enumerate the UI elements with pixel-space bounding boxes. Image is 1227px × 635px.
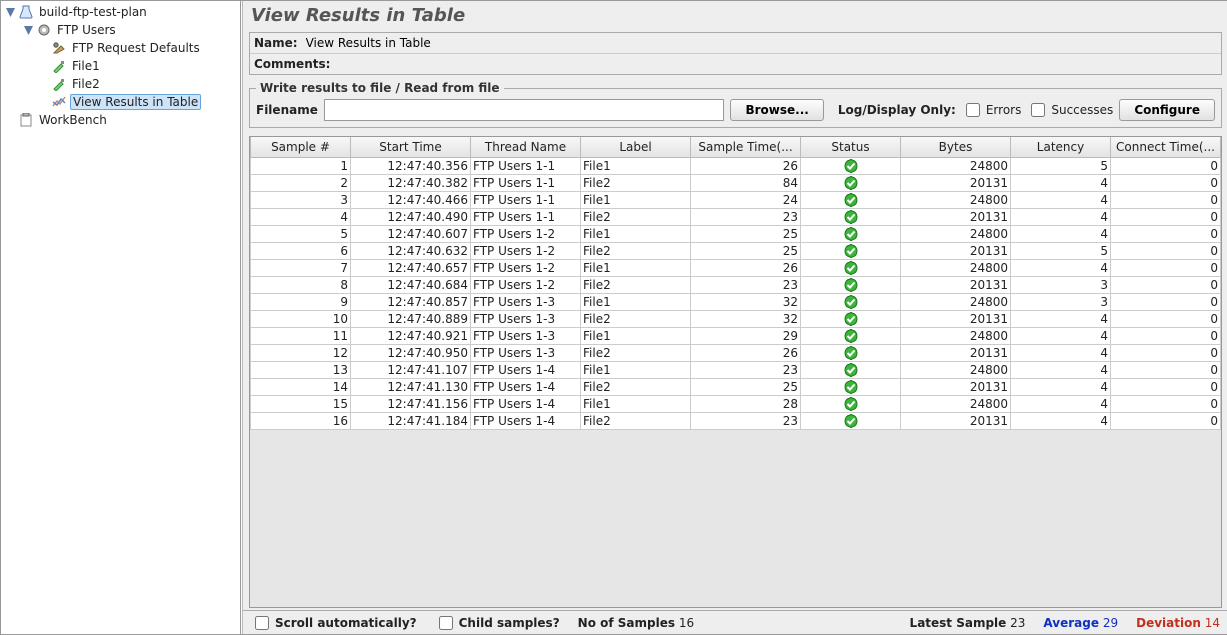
no-samples: No of Samples 16 [578, 616, 694, 630]
status-cell [801, 327, 901, 344]
browse-button[interactable]: Browse... [730, 99, 823, 121]
page-title: View Results in Table [243, 1, 1227, 32]
table-row[interactable]: 512:47:40.607FTP Users 1-2File1252480040 [251, 225, 1221, 242]
tree-node-label: build-ftp-test-plan [37, 5, 149, 19]
tree-node-workbench[interactable]: WorkBench [1, 111, 240, 129]
tree-node-view-results[interactable]: View Results in Table [1, 93, 240, 111]
status-cell [801, 293, 901, 310]
column-header[interactable]: Start Time [351, 137, 471, 157]
tree-node-label: WorkBench [37, 113, 109, 127]
status-cell [801, 225, 901, 242]
column-header[interactable]: Label [581, 137, 691, 157]
table-row[interactable]: 1412:47:41.130FTP Users 1-4File225201314… [251, 378, 1221, 395]
tree-node-file1[interactable]: File1 [1, 57, 240, 75]
main-panel: View Results in Table Name: Comments: Wr… [243, 1, 1227, 634]
wrench-icon [51, 40, 67, 56]
status-cell [801, 395, 901, 412]
column-header[interactable]: Sample Time(... [691, 137, 801, 157]
child-samples-checkbox[interactable]: Child samples? [435, 613, 560, 633]
name-input[interactable] [304, 35, 1217, 51]
column-header[interactable]: Status [801, 137, 901, 157]
table-row[interactable]: 612:47:40.632FTP Users 1-2File2252013150 [251, 242, 1221, 259]
clipboard-icon [18, 112, 34, 128]
column-header[interactable]: Latency [1011, 137, 1111, 157]
deviation: Deviation 14 [1136, 616, 1220, 630]
tree-node-label: FTP Request Defaults [70, 41, 202, 55]
status-cell [801, 208, 901, 225]
errors-checkbox[interactable]: Errors [962, 100, 1022, 120]
tree-node-thread-group[interactable]: FTP Users [1, 21, 240, 39]
status-cell [801, 344, 901, 361]
identity-block: Name: Comments: [249, 32, 1222, 75]
table-row[interactable]: 812:47:40.684FTP Users 1-2File2232013130 [251, 276, 1221, 293]
gear-icon [36, 22, 52, 38]
beaker-icon [18, 4, 34, 20]
status-cell [801, 259, 901, 276]
file-block-legend: Write results to file / Read from file [256, 81, 504, 95]
tree-node-test-plan[interactable]: build-ftp-test-plan [1, 3, 240, 21]
table-row[interactable]: 1512:47:41.156FTP Users 1-4File128248004… [251, 395, 1221, 412]
table-row[interactable]: 1212:47:40.950FTP Users 1-3File226201314… [251, 344, 1221, 361]
status-cell [801, 310, 901, 327]
status-cell [801, 361, 901, 378]
table-row[interactable]: 112:47:40.356FTP Users 1-1File1262480050 [251, 157, 1221, 174]
table-row[interactable]: 312:47:40.466FTP Users 1-1File1242480040 [251, 191, 1221, 208]
results-table[interactable]: Sample #Start TimeThread NameLabelSample… [250, 137, 1221, 430]
pipette-icon [51, 76, 67, 92]
comments-label: Comments: [254, 57, 330, 71]
table-row[interactable]: 1612:47:41.184FTP Users 1-4File223201314… [251, 412, 1221, 429]
column-header[interactable]: Connect Time(... [1111, 137, 1221, 157]
tree-spacer [5, 115, 16, 126]
tree-panel: build-ftp-test-plan FTP Users FTP Reques… [1, 1, 241, 634]
tree-node-defaults[interactable]: FTP Request Defaults [1, 39, 240, 57]
filename-input[interactable] [324, 99, 725, 121]
column-header[interactable]: Bytes [901, 137, 1011, 157]
status-cell [801, 378, 901, 395]
table-row[interactable]: 912:47:40.857FTP Users 1-3File1322480030 [251, 293, 1221, 310]
table-row[interactable]: 212:47:40.382FTP Users 1-1File2842013140 [251, 174, 1221, 191]
column-header[interactable]: Sample # [251, 137, 351, 157]
status-cell [801, 242, 901, 259]
tree-node-label: File1 [70, 59, 102, 73]
table-row[interactable]: 1012:47:40.889FTP Users 1-3File232201314… [251, 310, 1221, 327]
comments-input[interactable] [336, 56, 1217, 72]
tree-node-label: FTP Users [55, 23, 118, 37]
results-table-wrap: Sample #Start TimeThread NameLabelSample… [249, 136, 1222, 608]
status-cell [801, 157, 901, 174]
file-block: Write results to file / Read from file F… [249, 81, 1222, 128]
tree-node-label: File2 [70, 77, 102, 91]
status-cell [801, 191, 901, 208]
table-row[interactable]: 1312:47:41.107FTP Users 1-4File123248004… [251, 361, 1221, 378]
column-header[interactable]: Thread Name [471, 137, 581, 157]
name-label: Name: [254, 36, 298, 50]
table-row[interactable]: 1112:47:40.921FTP Users 1-3File129248004… [251, 327, 1221, 344]
tree-node-file2[interactable]: File2 [1, 75, 240, 93]
status-cell [801, 412, 901, 429]
successes-checkbox[interactable]: Successes [1027, 100, 1113, 120]
log-display-label: Log/Display Only: [838, 103, 956, 117]
tree-toggle-icon[interactable] [5, 7, 16, 18]
latest-sample: Latest Sample 23 [910, 616, 1026, 630]
pipette-icon [51, 58, 67, 74]
filename-label: Filename [256, 103, 318, 117]
status-bar: Scroll automatically? Child samples? No … [243, 610, 1227, 634]
scroll-auto-checkbox[interactable]: Scroll automatically? [251, 613, 417, 633]
status-cell [801, 174, 901, 191]
status-cell [801, 276, 901, 293]
chart-icon [51, 94, 67, 110]
tree-toggle-icon[interactable] [23, 25, 34, 36]
configure-button[interactable]: Configure [1119, 99, 1215, 121]
table-row[interactable]: 412:47:40.490FTP Users 1-1File2232013140 [251, 208, 1221, 225]
tree-node-label: View Results in Table [70, 94, 201, 110]
average: Average 29 [1043, 616, 1118, 630]
table-row[interactable]: 712:47:40.657FTP Users 1-2File1262480040 [251, 259, 1221, 276]
